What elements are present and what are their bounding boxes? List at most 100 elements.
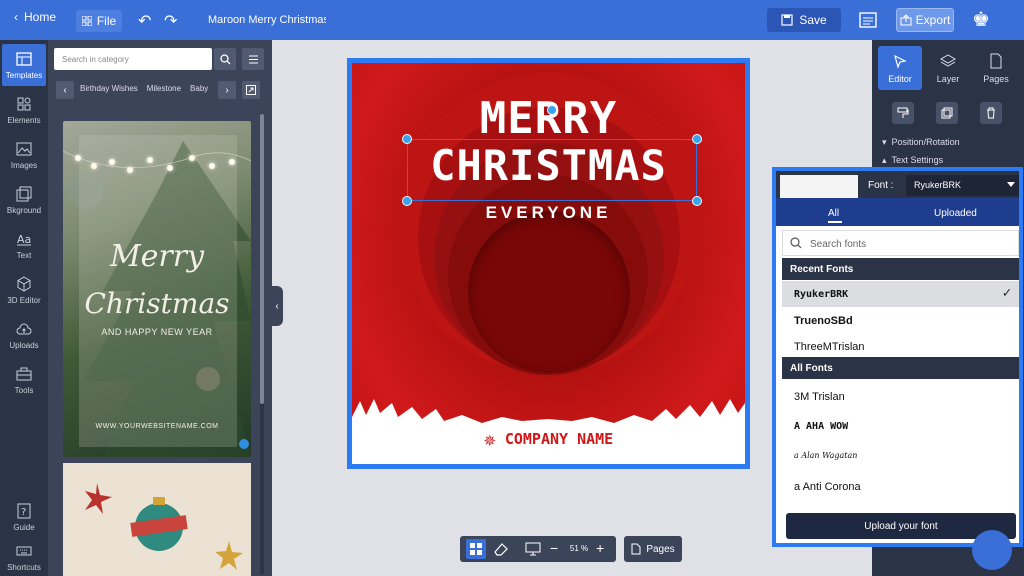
rail-item-guide[interactable]: ? Guide (2, 496, 46, 538)
templates-icon (16, 51, 32, 66)
rail-item-background[interactable]: Bkground (2, 179, 46, 221)
font-name: A AHA WOW (794, 421, 849, 432)
grid-icon (81, 16, 92, 26)
font-search-input[interactable]: Search fonts (782, 230, 1019, 256)
format-painter-button[interactable] (892, 102, 914, 124)
redo-icon[interactable]: ↷ (164, 11, 177, 31)
premium-badge-icon (239, 439, 249, 449)
rail-item-images[interactable]: Images (2, 134, 46, 176)
zoom-level: 51 % (569, 544, 589, 553)
tab-label: Layer (936, 73, 960, 84)
images-icon (16, 142, 32, 155)
font-item-3m-trislan[interactable]: 3M Trislan (782, 383, 1019, 409)
category-chip[interactable]: Baby (190, 84, 208, 98)
category-expand-button[interactable] (242, 81, 260, 99)
text-color-swatch[interactable] (780, 175, 858, 198)
rail-label: Text (16, 250, 32, 260)
top-bar: ‹ Home File ↶ ↷ Maroon Merry Christmas G… (0, 0, 1024, 40)
light-bulb (167, 165, 173, 171)
eraser-icon[interactable] (492, 540, 510, 558)
resize-handle[interactable] (402, 196, 412, 206)
thumb-christmas-text: Christmas (84, 287, 230, 320)
undo-icon[interactable]: ↶ (138, 11, 151, 31)
rail-label: Uploads (9, 340, 39, 350)
caret-down-icon: ▾ (882, 137, 887, 147)
light-bulb (209, 163, 215, 169)
tab-editor[interactable]: Editor (878, 46, 922, 90)
notes-icon[interactable] (858, 10, 878, 30)
chess-king-icon[interactable]: ♚ (972, 7, 990, 32)
resize-handle[interactable] (402, 134, 412, 144)
caret-down-icon (1007, 182, 1015, 187)
tab-label: Pages (983, 73, 1009, 84)
search-button[interactable] (214, 48, 236, 70)
rail-item-elements[interactable]: Elements (2, 89, 46, 131)
poster-everyone-text[interactable]: EVERYONE (352, 203, 745, 223)
duplicate-button[interactable] (936, 102, 958, 124)
ornament-illustration (85, 483, 243, 570)
rail-label: Images (10, 160, 38, 170)
category-prev-button[interactable]: ‹ (56, 81, 74, 99)
rotate-handle[interactable] (547, 105, 557, 115)
template-thumbnail[interactable]: Merry Christmas AND HAPPY NEW YEAR WWW.Y… (63, 121, 251, 457)
font-item-a-aha-wow[interactable]: A AHA WOW (782, 413, 1019, 439)
pages-button[interactable]: Pages (624, 536, 682, 562)
zoom-out-button[interactable]: − (550, 540, 558, 556)
font-item-threemtrislan[interactable]: ThreeMTrislan (782, 333, 1019, 359)
zoom-in-button[interactable]: + (596, 540, 604, 556)
template-search-input[interactable]: Search in category (54, 48, 212, 70)
tab-layer[interactable]: Layer (926, 46, 970, 90)
presentation-icon[interactable] (524, 540, 542, 558)
rail-item-tools[interactable]: Tools (2, 359, 46, 401)
font-item-ryukerbrk[interactable]: RyukerBRK ✓ (782, 281, 1019, 307)
template-thumbnail[interactable] (63, 463, 251, 576)
selection-box[interactable] (407, 139, 697, 201)
rail-item-templates[interactable]: Templates (2, 44, 46, 86)
font-item-a-anti-corona[interactable]: a Anti Corona (782, 473, 1019, 499)
tab-pages[interactable]: Pages (974, 46, 1018, 90)
position-rotation-section[interactable]: ▾ Position/Rotation (882, 137, 960, 148)
panel-scrollbar-thumb[interactable] (260, 114, 264, 404)
help-icon: ? (17, 503, 31, 518)
selected-font: RyukerBRK (914, 180, 962, 190)
delete-button[interactable] (980, 102, 1002, 124)
page-icon (631, 543, 641, 555)
list-view-button[interactable] (242, 48, 264, 70)
font-select[interactable]: RyukerBRK (906, 175, 1019, 196)
tab-all-fonts[interactable]: All (828, 208, 839, 219)
light-bulb (189, 155, 195, 161)
category-chip[interactable]: Birthday Wishes (80, 84, 138, 98)
all-fonts-header: All Fonts (782, 357, 1019, 379)
category-chip[interactable]: Milestone (147, 84, 181, 98)
left-icon-rail: Templates Elements Images Bkground Aa Te… (0, 40, 48, 576)
thumb-website: WWW.YOURWEBSITENAME.COM (95, 423, 219, 430)
chat-fab-button[interactable] (972, 530, 1012, 570)
font-item-a-alan-wagatan[interactable]: a Alan Wagatan (782, 443, 1019, 469)
rail-item-3d-editor[interactable]: 3D Editor (2, 269, 46, 311)
font-item-truenosbd[interactable]: TruenoSBd (782, 307, 1019, 333)
chevron-right-icon: › (225, 84, 229, 96)
file-button[interactable]: File (76, 10, 122, 32)
light-bulb (229, 159, 235, 165)
home-button[interactable]: ‹ Home (14, 10, 56, 24)
design-canvas[interactable]: MERRY CHRISTMAS EVERYONE ✵ COMPANY NAME (347, 58, 750, 469)
light-bulb (75, 155, 81, 161)
canvas-toolbar: − 51 % + (460, 536, 616, 562)
poster-company-name[interactable]: ✵ COMPANY NAME (352, 427, 745, 451)
document-title[interactable]: Maroon Merry Christmas Greeting (208, 14, 326, 26)
save-button[interactable]: Save (767, 8, 841, 32)
tab-uploaded-fonts[interactable]: Uploaded (934, 208, 977, 219)
rail-item-text[interactable]: Aa Text (2, 224, 46, 266)
text-settings-section[interactable]: ▴ Text Settings (882, 155, 943, 166)
grid-view-button[interactable] (466, 539, 486, 559)
collapse-panel-button[interactable]: ‹ (271, 286, 283, 326)
keyboard-icon (16, 546, 32, 555)
category-next-button[interactable]: › (218, 81, 236, 99)
thumb-subtitle: AND HAPPY NEW YEAR (101, 327, 213, 337)
resize-handle[interactable] (692, 196, 702, 206)
export-button[interactable]: Export (896, 8, 954, 32)
search-icon (790, 237, 802, 249)
rail-item-shortcuts[interactable]: Shortcuts (2, 536, 46, 576)
rail-item-uploads[interactable]: Uploads (2, 314, 46, 356)
resize-handle[interactable] (692, 134, 702, 144)
